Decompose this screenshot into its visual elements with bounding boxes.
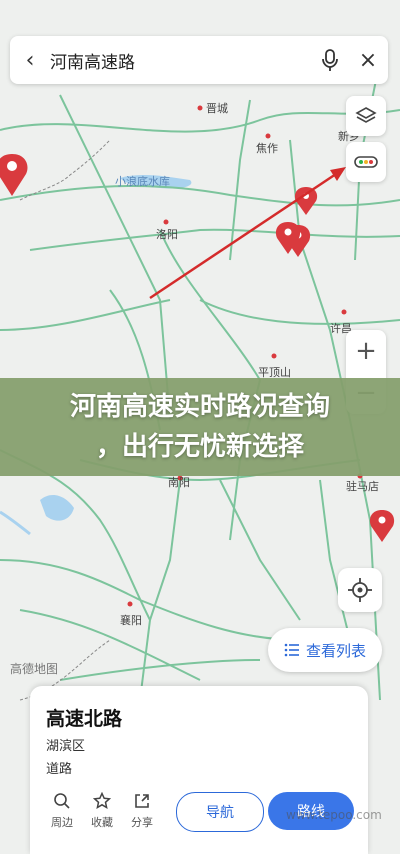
headline-line2: ，出行无忧新选择 [95, 432, 304, 462]
share-button[interactable]: 分享 [122, 792, 162, 830]
city-jiaozuo: 焦作 [256, 142, 278, 155]
search-query[interactable]: 河南高速路 [50, 48, 312, 73]
city-luoyang: 洛阳 [156, 227, 178, 241]
crosshair-icon [348, 578, 372, 602]
place-district: 湖滨区 [46, 739, 86, 754]
city-xiangyang: 襄阳 [120, 613, 142, 627]
locate-button[interactable] [338, 568, 382, 612]
headline-line1: 河南高速实时路况查询 [69, 392, 330, 422]
close-icon[interactable]: × [348, 48, 388, 73]
nearby-button[interactable]: 周边 [42, 792, 82, 830]
nearby-label: 周边 [51, 816, 73, 829]
layers-icon [355, 107, 377, 123]
favorite-button[interactable]: 收藏 [82, 792, 122, 830]
reservoir-label: 小浪底水库 [115, 174, 170, 188]
microphone-icon[interactable] [312, 48, 348, 72]
back-arrow-icon[interactable]: ‹ [10, 48, 50, 73]
map-brand-logo: 高德地图 [10, 662, 59, 676]
list-icon [284, 643, 299, 657]
place-title: 高速北路 [46, 708, 123, 730]
view-list-button[interactable]: 查看列表 [268, 628, 382, 672]
city-zhumadian: 驻马店 [346, 479, 379, 493]
city-jincheng: 晋城 [206, 102, 228, 115]
share-icon [135, 794, 149, 808]
traffic-button[interactable] [346, 142, 386, 182]
place-card[interactable]: 高速北路 湖滨区 道路 周边 收藏 分享 导航 路线 [30, 686, 368, 854]
favorite-label: 收藏 [91, 816, 113, 829]
traffic-icon [354, 156, 378, 168]
watermark: www.tepoo.com [286, 808, 382, 822]
zoom-in-button[interactable]: + [346, 330, 386, 372]
view-list-label: 查看列表 [305, 641, 366, 660]
search-icon [54, 793, 70, 809]
city-nanyang: 南阳 [168, 476, 190, 489]
search-bar[interactable]: ‹ 河南高速路 × [10, 36, 388, 84]
place-type: 道路 [46, 762, 73, 777]
layers-button[interactable] [346, 96, 386, 136]
headline-banner: 河南高速实时路况查询 ，出行无忧新选择 [0, 378, 400, 476]
star-icon [93, 792, 111, 810]
share-label: 分享 [131, 816, 153, 829]
navigate-button[interactable]: 导航 [176, 792, 264, 832]
